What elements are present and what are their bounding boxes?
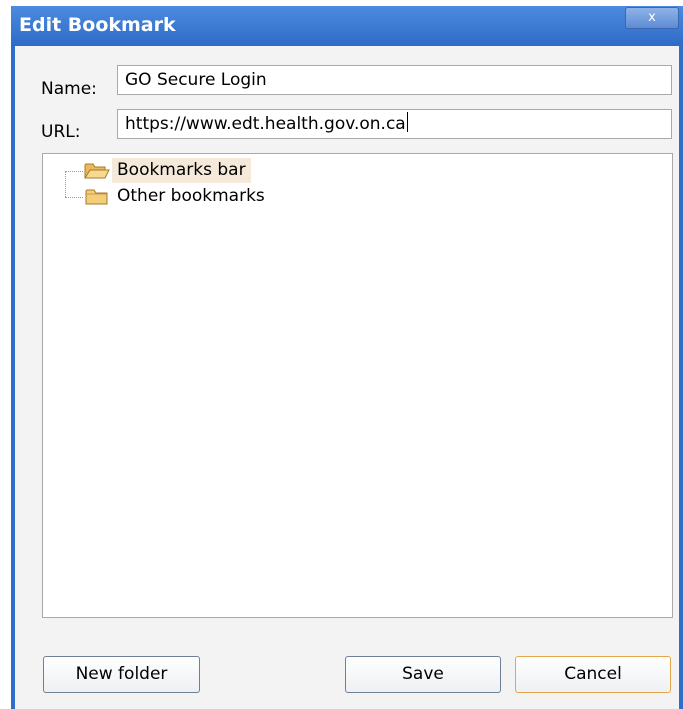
title-bar[interactable]: Edit Bookmark x (11, 6, 683, 46)
new-folder-button[interactable]: New folder (43, 656, 200, 693)
tree-item-label: Bookmarks bar (112, 158, 251, 183)
tree-connector (65, 172, 66, 197)
tree-item-other-bookmarks[interactable]: Other bookmarks (84, 184, 270, 209)
url-field-value: https://www.edt.health.gov.on.ca (125, 114, 406, 134)
name-field-value: GO Secure Login (125, 70, 267, 90)
cancel-button[interactable]: Cancel (515, 656, 671, 693)
tree-item-bookmarks-bar[interactable]: Bookmarks bar (84, 158, 251, 183)
edit-bookmark-dialog: Edit Bookmark x Name: GO Secure Login UR… (11, 6, 683, 709)
dialog-body: Name: GO Secure Login URL: https://www.e… (15, 46, 679, 709)
close-icon: x (648, 10, 656, 25)
name-label: Name: (41, 79, 97, 99)
save-button[interactable]: Save (345, 656, 501, 693)
name-field[interactable]: GO Secure Login (117, 65, 672, 95)
tree-item-label: Other bookmarks (117, 186, 265, 206)
tree-connector (65, 171, 83, 172)
folder-tree[interactable]: Bookmarks bar Other bookmarks (42, 153, 673, 618)
folder-icon (85, 189, 108, 204)
dialog-title: Edit Bookmark (19, 14, 176, 36)
tree-connector (65, 197, 83, 198)
close-button[interactable]: x (625, 7, 679, 29)
text-cursor (406, 112, 408, 132)
folder-open-icon (84, 163, 110, 178)
url-label: URL: (41, 122, 81, 142)
url-field[interactable]: https://www.edt.health.gov.on.ca (117, 109, 672, 139)
